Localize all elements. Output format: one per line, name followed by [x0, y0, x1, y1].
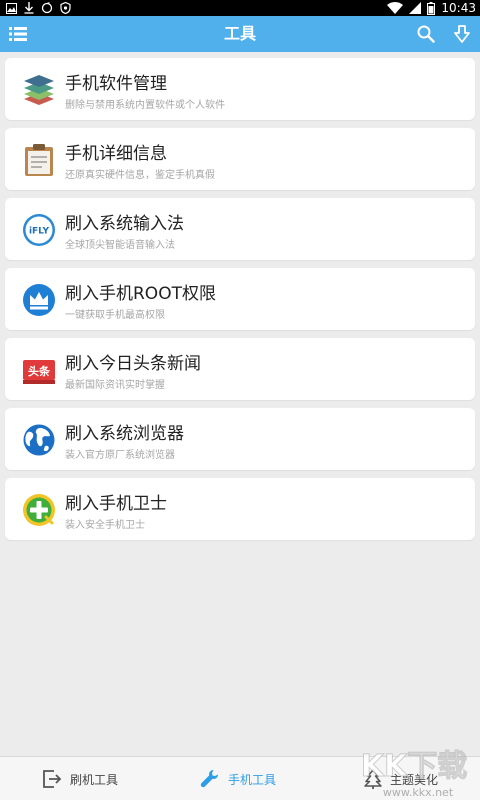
tool-title: 刷入手机卫士	[65, 494, 167, 514]
system-status: 10:43	[387, 0, 476, 16]
layers-icon	[24, 75, 54, 105]
tool-item-software-manager[interactable]: 手机软件管理 删除与禁用系统内置软件或个人软件	[5, 58, 475, 120]
tool-subtitle: 全球顶尖智能语音输入法	[65, 240, 175, 251]
battery-icon	[427, 1, 436, 15]
download-arrow-icon	[454, 25, 470, 43]
search-button[interactable]	[408, 16, 444, 52]
tool-subtitle: 一键获取手机最高权限	[65, 310, 165, 321]
tab-flash-tools[interactable]: 刷机工具	[42, 757, 118, 800]
tool-subtitle: 还原真实硬件信息，鉴定手机真假	[65, 170, 215, 181]
wifi-icon	[387, 2, 404, 14]
wrench-icon	[200, 770, 218, 788]
tab-label: 主题美化	[390, 772, 439, 787]
toutiao-icon-text: 头条	[28, 364, 51, 378]
globe-icon	[23, 424, 55, 456]
tool-subtitle: 删除与禁用系统内置软件或个人软件	[65, 100, 225, 111]
tool-subtitle: 装入安全手机卫士	[65, 520, 145, 531]
tab-theme[interactable]: 主题美化	[364, 757, 438, 800]
tool-title: 手机详细信息	[65, 144, 167, 164]
sync-notification-icon	[41, 2, 53, 14]
tool-item-toutiao[interactable]: 头条 刷入今日头条新闻 最新国际资讯实时掌握	[5, 338, 475, 400]
tab-phone-tools[interactable]: 手机工具	[200, 757, 276, 800]
tool-title: 手机软件管理	[65, 74, 167, 94]
notification-icons	[6, 2, 71, 14]
status-bar: 10:43	[0, 0, 480, 16]
search-icon	[417, 25, 435, 43]
tab-label: 刷机工具	[70, 772, 119, 787]
tool-title: 刷入手机ROOT权限	[65, 284, 216, 304]
tool-subtitle: 装入官方原厂系统浏览器	[65, 450, 175, 461]
tool-title: 刷入系统浏览器	[65, 424, 184, 444]
tool-list: 手机软件管理 删除与禁用系统内置软件或个人软件 手机详细信息 还原真实硬件信息，…	[5, 58, 475, 548]
app-header: 工具	[0, 16, 480, 52]
tree-icon	[364, 769, 382, 789]
download-button[interactable]	[444, 16, 480, 52]
tool-title: 刷入今日头条新闻	[65, 354, 201, 374]
tool-item-phone-info[interactable]: 手机详细信息 还原真实硬件信息，鉴定手机真假	[5, 128, 475, 190]
export-icon	[43, 770, 62, 788]
gallery-notification-icon	[6, 2, 17, 14]
tool-item-input-method[interactable]: iFLY 刷入系统输入法 全球顶尖智能语音输入法	[5, 198, 475, 260]
signal-icon	[409, 2, 422, 14]
tool-subtitle: 最新国际资讯实时掌握	[65, 380, 165, 391]
download-notification-icon	[24, 2, 34, 14]
toutiao-icon: 头条	[23, 360, 55, 384]
clipboard-icon	[25, 144, 53, 176]
tab-label: 手机工具	[228, 772, 277, 787]
clock: 10:43	[441, 1, 476, 15]
shield-notification-icon	[60, 2, 71, 14]
tool-title: 刷入系统输入法	[65, 214, 184, 234]
ifly-icon: iFLY	[23, 214, 55, 246]
ifly-icon-text: iFLY	[29, 227, 50, 237]
bottom-nav: 刷机工具 手机工具 主题美化	[0, 756, 480, 800]
security-plus-icon	[23, 494, 55, 526]
tool-item-browser[interactable]: 刷入系统浏览器 装入官方原厂系统浏览器	[5, 408, 475, 470]
tool-item-security[interactable]: 刷入手机卫士 装入安全手机卫士	[5, 478, 475, 540]
tool-item-root[interactable]: 刷入手机ROOT权限 一键获取手机最高权限	[5, 268, 475, 330]
crown-icon	[23, 284, 55, 316]
